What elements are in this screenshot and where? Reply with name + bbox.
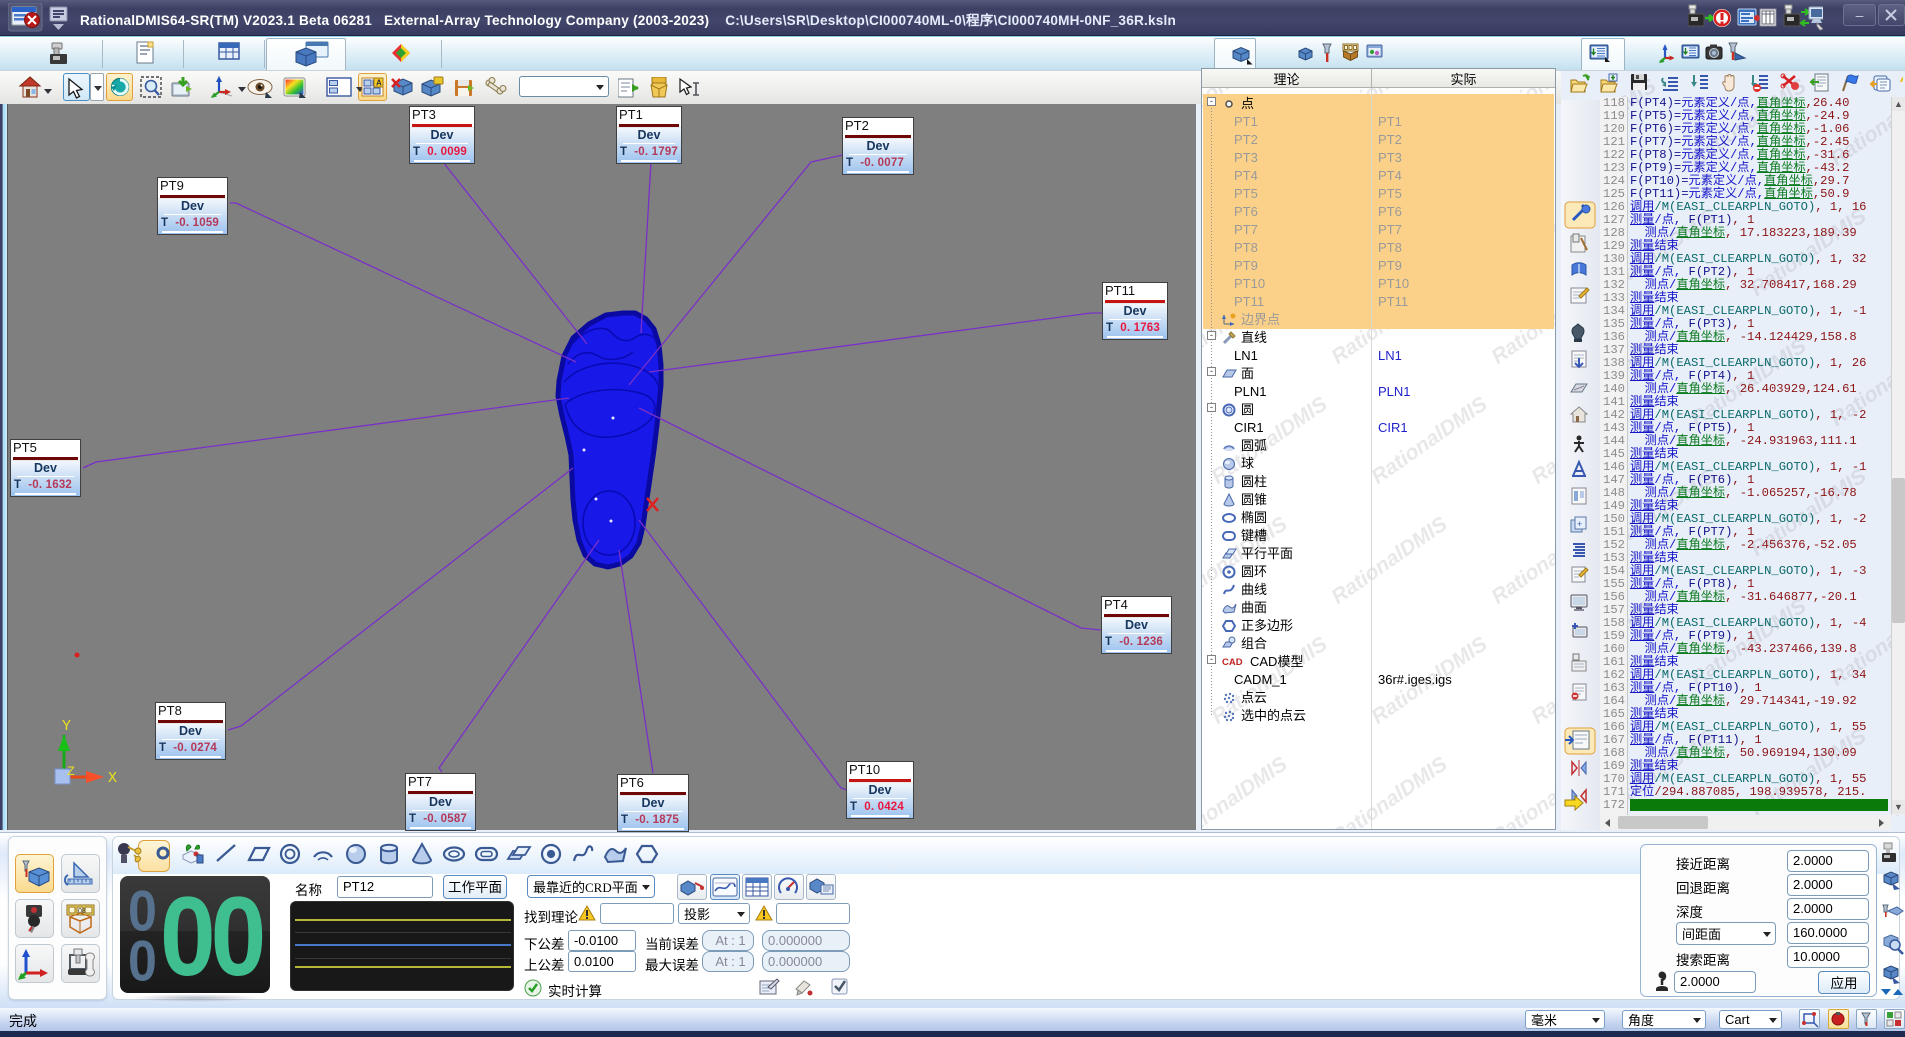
svg-text:A: A [376,79,382,88]
svg-text:Z: Z [67,764,75,779]
svg-text:CAD: CAD [1222,657,1243,668]
svg-text:Y: Y [62,718,71,735]
svg-text:X: X [108,770,117,787]
svg-text:+: + [1577,519,1582,529]
